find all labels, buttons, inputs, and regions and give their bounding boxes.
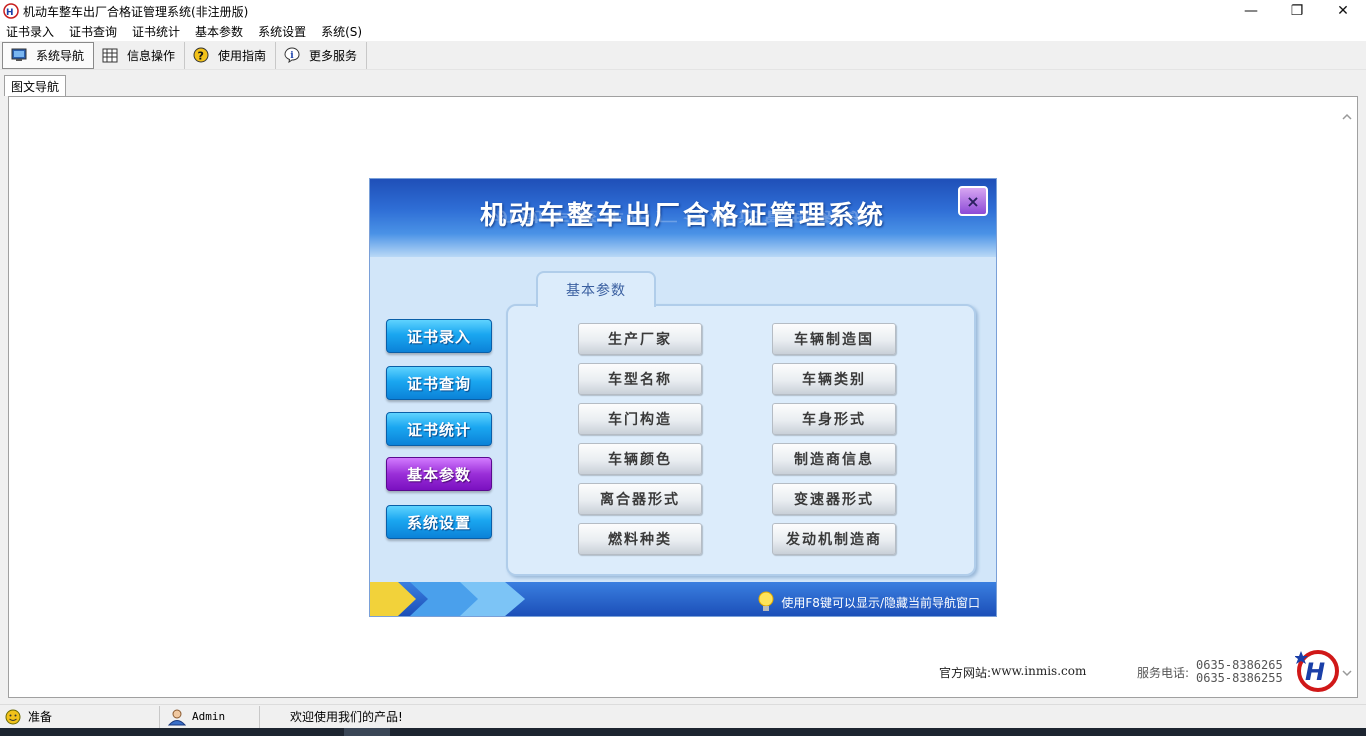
- svg-text:?: ?: [198, 50, 204, 63]
- side-button-system-settings[interactable]: 系统设置: [386, 505, 492, 539]
- toolbar-more-services-button[interactable]: i 更多服务: [276, 41, 368, 69]
- toolbar-info-ops-button[interactable]: 信息操作: [94, 41, 186, 69]
- monitor-icon: [11, 48, 27, 61]
- status-user: Admin: [192, 710, 226, 723]
- toolbar-more-services-label: 更多服务: [309, 48, 358, 63]
- main-content: 机动车整车出厂合格证管理系统 机动车整车出厂合格证管理系统 × 证书录入 证书查…: [8, 96, 1358, 698]
- param-button-fuel-type[interactable]: 燃料种类: [578, 523, 702, 555]
- tab-row: 图文导航: [0, 70, 1366, 96]
- scroll-down-icon[interactable]: [1341, 667, 1353, 679]
- taskbar-strip: [0, 728, 1366, 736]
- toolbar: 系统导航 信息操作 ? 使用指南 i 更多服务: [0, 41, 1366, 70]
- tab-graphic-nav[interactable]: 图文导航: [4, 75, 66, 96]
- params-panel: [506, 304, 976, 576]
- website-info: 官方网站: www.inmis.com: [939, 664, 1086, 681]
- param-button-gearbox-type[interactable]: 变速器形式: [772, 483, 896, 515]
- menu-system[interactable]: 系统(S): [315, 23, 371, 40]
- side-button-basic-params[interactable]: 基本参数: [386, 457, 492, 491]
- param-button-engine-maker[interactable]: 发动机制造商: [772, 523, 896, 555]
- param-button-vehicle-category[interactable]: 车辆类别: [772, 363, 896, 395]
- navigator-close-button[interactable]: ×: [958, 186, 988, 216]
- param-button-model-name[interactable]: 车型名称: [578, 363, 702, 395]
- ready-icon: [5, 709, 21, 724]
- app-logo-icon: H: [3, 3, 19, 19]
- user-icon: [167, 709, 187, 725]
- status-state-cell: 准备: [0, 705, 160, 728]
- navigator-panel: 机动车整车出厂合格证管理系统 机动车整车出厂合格证管理系统 × 证书录入 证书查…: [369, 178, 997, 617]
- taskbar-segment: [344, 728, 390, 736]
- window-controls: — ❐ ✕: [1228, 0, 1366, 22]
- status-message-cell: 欢迎使用我们的产品!: [260, 706, 403, 728]
- toolbar-info-ops-label: 信息操作: [127, 48, 176, 63]
- grid-icon: [102, 48, 118, 62]
- param-button-country[interactable]: 车辆制造国: [772, 323, 896, 355]
- website-label: 官方网站:: [939, 666, 992, 680]
- window-title: 机动车整车出厂合格证管理系统(非注册版): [23, 4, 249, 19]
- toolbar-system-nav-button[interactable]: 系统导航: [2, 41, 95, 69]
- svg-text:H: H: [6, 8, 14, 18]
- menu-cert-query[interactable]: 证书查询: [63, 23, 126, 40]
- param-button-manufacturer[interactable]: 生产厂家: [578, 323, 702, 355]
- svg-text:H: H: [1305, 658, 1325, 686]
- menu-cert-stats[interactable]: 证书统计: [126, 23, 189, 40]
- side-button-cert-stats[interactable]: 证书统计: [386, 412, 492, 446]
- side-button-cert-entry[interactable]: 证书录入: [386, 319, 492, 353]
- phone-label: 服务电话:: [1137, 666, 1190, 680]
- status-user-cell: Admin: [160, 705, 260, 728]
- param-button-vehicle-color[interactable]: 车辆颜色: [578, 443, 702, 475]
- param-button-maker-info[interactable]: 制造商信息: [772, 443, 896, 475]
- phone-numbers: 0635-8386265 0635-8386255: [1196, 659, 1283, 685]
- params-panel-tab: 基本参数: [536, 271, 656, 307]
- help-icon: ?: [193, 47, 209, 63]
- menu-bar: 证书录入 证书查询 证书统计 基本参数 系统设置 系统(S): [0, 22, 1366, 41]
- menu-basic-params[interactable]: 基本参数: [189, 23, 252, 40]
- website-url: www.inmis.com: [991, 664, 1087, 678]
- scroll-up-icon[interactable]: [1341, 111, 1353, 123]
- side-button-cert-query[interactable]: 证书查询: [386, 366, 492, 400]
- param-button-door-structure[interactable]: 车门构造: [578, 403, 702, 435]
- param-button-body-type[interactable]: 车身形式: [772, 403, 896, 435]
- restore-button[interactable]: ❐: [1274, 0, 1320, 22]
- toolbar-guide-label: 使用指南: [218, 48, 267, 63]
- footer-hint: 使用F8键可以显示/隐藏当前导航窗口: [757, 591, 980, 613]
- svg-text:i: i: [290, 51, 294, 61]
- close-button[interactable]: ✕: [1320, 0, 1366, 22]
- phone-number-2: 0635-8386255: [1196, 671, 1283, 685]
- status-state: 准备: [28, 710, 53, 724]
- navigator-header: 机动车整车出厂合格证管理系统 机动车整车出厂合格证管理系统 ×: [370, 179, 996, 257]
- minimize-button[interactable]: —: [1228, 0, 1274, 22]
- brand-logo-icon: H: [1295, 650, 1339, 692]
- toolbar-system-nav-label: 系统导航: [36, 48, 85, 63]
- toolbar-guide-button[interactable]: ? 使用指南: [185, 41, 277, 69]
- menu-cert-entry[interactable]: 证书录入: [0, 23, 63, 40]
- navigator-footer: 使用F8键可以显示/隐藏当前导航窗口: [370, 582, 996, 616]
- footer-hint-text: 使用F8键可以显示/隐藏当前导航窗口: [781, 595, 980, 610]
- menu-system-settings[interactable]: 系统设置: [252, 23, 315, 40]
- status-bar: 准备 Admin 欢迎使用我们的产品!: [0, 704, 1366, 728]
- title-bar: H 机动车整车出厂合格证管理系统(非注册版) — ❐ ✕: [0, 0, 1366, 22]
- info-icon: i: [284, 47, 300, 63]
- navigator-title: 机动车整车出厂合格证管理系统: [479, 201, 886, 231]
- param-button-clutch-type[interactable]: 离合器形式: [578, 483, 702, 515]
- lightbulb-icon: [758, 591, 774, 611]
- footer-arrows-decoration: [370, 582, 525, 616]
- status-message: 欢迎使用我们的产品!: [290, 710, 403, 724]
